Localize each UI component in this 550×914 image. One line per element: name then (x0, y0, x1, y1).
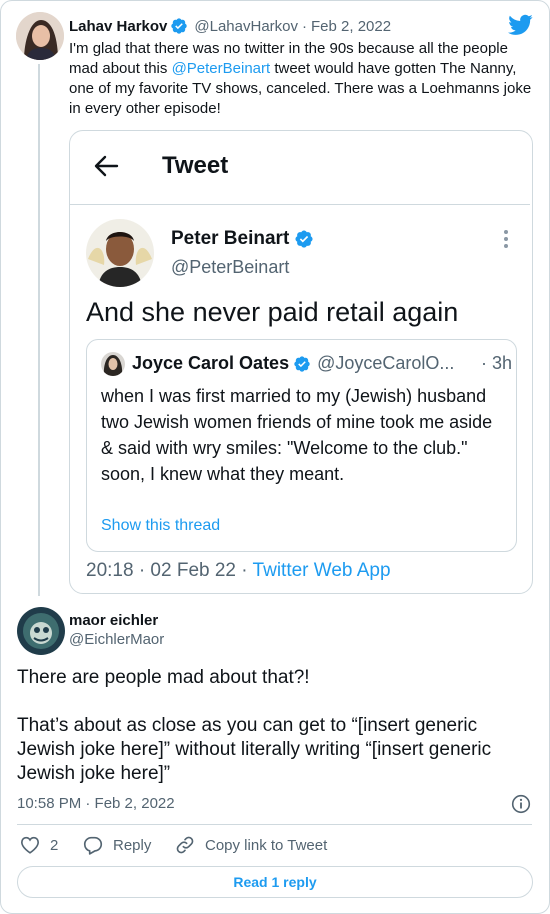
verified-badge-icon (293, 355, 311, 373)
tweet-text: I'm glad that there was no twitter in th… (69, 39, 539, 119)
author-handle[interactable]: @LahavHarkov (194, 18, 298, 35)
copy-link-button[interactable]: Copy link to Tweet (175, 834, 327, 856)
avatar-lahav-harkov[interactable] (16, 12, 64, 60)
back-arrow-icon (93, 155, 119, 182)
embed-author-name: Peter Beinart (171, 228, 290, 249)
reply-text-para2: That’s about as close as you can get to … (17, 715, 492, 784)
info-icon[interactable] (511, 794, 531, 819)
read-replies-label: Read 1 reply (233, 874, 317, 890)
reply-author-name[interactable]: maor eichler (69, 612, 158, 629)
twitter-bird-icon[interactable] (508, 14, 533, 41)
like-count: 2 (50, 836, 59, 854)
avatar-maor-eichler[interactable] (17, 607, 65, 655)
reply-icon (83, 836, 113, 855)
reply-text: There are people mad about that?! That’s… (17, 666, 532, 786)
mention-link[interactable]: @PeterBeinart (172, 60, 271, 77)
quote-author-name: Joyce Carol Oates (132, 353, 290, 373)
embed-author-handle: @PeterBeinart (171, 257, 290, 277)
show-thread-link: Show this thread (101, 517, 221, 534)
link-icon (175, 835, 205, 855)
like-button[interactable]: 2 (20, 834, 58, 856)
header-divider (70, 204, 530, 205)
verified-badge-icon (170, 17, 188, 35)
separator-dot: · (302, 17, 307, 35)
quote-text: when I was first married to my (Jewish) … (101, 386, 493, 484)
author-name[interactable]: Lahav Harkov (69, 18, 167, 35)
tweet-date[interactable]: Feb 2, 2022 (311, 18, 391, 35)
embed-tweet-text: And she never paid retail again (86, 297, 459, 327)
actions-divider (17, 824, 532, 825)
reply-text-line1: There are people mad about that?! (17, 667, 310, 688)
heart-icon (20, 836, 50, 854)
copy-link-label: Copy link to Tweet (205, 836, 328, 854)
reply-button[interactable]: Reply (83, 834, 151, 856)
avatar-joyce-carol-oates (101, 352, 125, 376)
reply-author-handle[interactable]: @EichlerMaor (69, 631, 164, 648)
more-options-icon (500, 229, 512, 254)
embed-source: Twitter Web App (252, 560, 391, 581)
avatar-peter-beinart (86, 219, 154, 287)
quote-time: · 3h (480, 353, 512, 373)
quote-author-handle: @JoyceCarolO... (317, 353, 455, 373)
thread-connector-line (38, 64, 40, 596)
embed-timestamp: 20:18 · 02 Feb 22 · (86, 560, 253, 581)
reply-label: Reply (113, 836, 152, 854)
verified-badge-icon (294, 229, 314, 249)
reply-timestamp[interactable]: 10:58 PM · Feb 2, 2022 (17, 795, 175, 812)
read-replies-button[interactable]: Read 1 reply (17, 866, 533, 898)
header-title: Tweet (162, 152, 229, 179)
